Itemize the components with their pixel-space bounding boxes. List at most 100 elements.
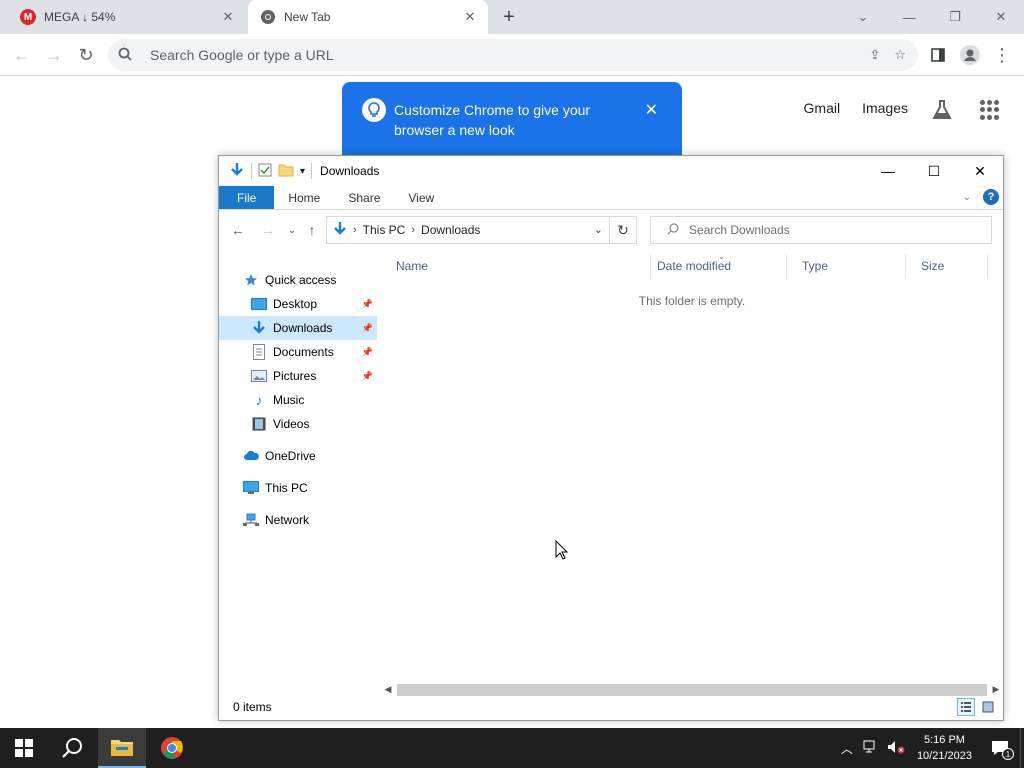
nav-this-pc[interactable]: This PC [243, 476, 373, 500]
tab-home[interactable]: Home [274, 186, 334, 209]
item-count: 0 items [233, 700, 272, 714]
omnibox[interactable]: Search Google or type a URL ⇪ ☆ [108, 39, 918, 71]
nav-downloads[interactable]: Downloads 📌 [219, 316, 377, 340]
share-icon[interactable]: ⇪ [869, 47, 880, 63]
minimize-button[interactable]: — [886, 0, 932, 34]
pin-icon: 📌 [361, 370, 373, 381]
column-size[interactable]: Size [906, 254, 988, 278]
omnibox-placeholder: Search Google or type a URL [150, 47, 334, 63]
details-view-icon[interactable] [957, 698, 975, 716]
up-arrow-icon[interactable]: ↑ [303, 221, 321, 239]
videos-icon [251, 416, 267, 432]
explorer-window-controls: — ☐ ✕ [865, 156, 1003, 186]
forward-button[interactable]: → [40, 41, 68, 69]
close-tab-icon[interactable]: ✕ [460, 7, 480, 27]
chevron-right-icon[interactable]: › [411, 224, 415, 236]
column-date-modified[interactable]: Date modified [642, 254, 787, 278]
documents-icon [251, 344, 267, 360]
nav-music[interactable]: ♪ Music [251, 388, 377, 412]
customize-chrome-bubble: Customize Chrome to give your browser a … [342, 82, 682, 156]
tab-new-tab[interactable]: New Tab ✕ [248, 0, 488, 34]
chrome-window-controls: ⌄ — ❐ ✕ [840, 0, 1024, 34]
close-tab-icon[interactable]: ✕ [218, 7, 238, 27]
nav-documents[interactable]: Documents 📌 [251, 340, 377, 364]
search-icon [118, 47, 136, 64]
breadcrumb-downloads[interactable]: Downloads [421, 223, 480, 237]
close-button[interactable]: ✕ [957, 156, 1003, 186]
qat-dropdown-icon[interactable]: ▾ [300, 166, 305, 177]
back-arrow-icon[interactable]: ← [229, 221, 247, 239]
computer-icon [243, 480, 259, 496]
help-icon[interactable]: ? [983, 189, 999, 205]
maximize-button[interactable]: ☐ [911, 156, 957, 186]
large-icons-view-icon[interactable] [979, 698, 997, 716]
empty-folder-message: This folder is empty. [638, 294, 746, 308]
nav-pictures[interactable]: Pictures 📌 [251, 364, 377, 388]
tab-mega[interactable]: M MEGA ↓ 54% ✕ [8, 0, 246, 34]
network-icon [243, 512, 259, 528]
notification-center-icon[interactable]: 1 [980, 740, 1020, 760]
pin-icon: 📌 [361, 322, 373, 333]
pin-icon: 📌 [361, 298, 373, 309]
gmail-link[interactable]: Gmail [804, 100, 841, 116]
view-buttons [957, 698, 997, 716]
star-icon [243, 272, 259, 288]
apps-grid-icon[interactable] [980, 100, 1000, 120]
close-window-button[interactable]: ✕ [978, 0, 1024, 34]
notification-count: 1 [1002, 748, 1014, 760]
breadcrumb-this-pc[interactable]: This PC [363, 223, 406, 237]
side-panel-icon[interactable] [924, 41, 952, 69]
expand-ribbon-icon[interactable]: ⌄ [963, 192, 971, 203]
navigation-pane: Quick access Desktop 📌 Downloads 📌 Docum… [219, 250, 377, 686]
new-folder-icon[interactable] [278, 163, 294, 180]
customize-message: Customize Chrome to give your browser a … [394, 102, 591, 138]
address-dropdown-icon[interactable]: ⌄ [594, 223, 603, 236]
chrome-taskbar-icon[interactable] [148, 728, 196, 768]
ntp-links: Gmail Images [804, 100, 908, 116]
labs-flask-icon[interactable] [930, 98, 954, 122]
nav-desktop[interactable]: Desktop 📌 [251, 292, 377, 316]
tab-search-icon[interactable]: ⌄ [840, 0, 886, 34]
column-name[interactable]: Name [381, 254, 651, 278]
properties-icon[interactable] [258, 163, 272, 180]
restore-button[interactable]: ❐ [932, 0, 978, 34]
address-bar[interactable]: › This PC › Downloads ⌄ [326, 216, 610, 244]
tab-share[interactable]: Share [334, 186, 394, 209]
nav-network[interactable]: Network [243, 508, 373, 532]
chrome-toolbar: ← → ↻ Search Google or type a URL ⇪ ☆ ⋮ [0, 34, 1024, 76]
show-desktop-strip[interactable] [1020, 728, 1024, 768]
forward-arrow-icon[interactable]: → [259, 221, 277, 239]
nav-videos[interactable]: Videos [251, 412, 377, 436]
search-downloads-input[interactable]: Search Downloads [650, 216, 992, 244]
chevron-up-icon[interactable]: ︿ [841, 740, 853, 757]
network-status-icon[interactable] [863, 740, 879, 757]
tab-file[interactable]: File [219, 186, 275, 209]
search-icon [62, 738, 82, 758]
nav-quick-access[interactable]: Quick access [243, 268, 373, 292]
minimize-button[interactable]: — [865, 156, 911, 186]
new-tab-button[interactable]: + [497, 5, 521, 29]
column-type[interactable]: Type [787, 254, 906, 278]
nav-onedrive[interactable]: OneDrive [243, 444, 373, 468]
recent-locations-icon[interactable]: ⌄ [283, 221, 301, 239]
start-button[interactable] [0, 728, 48, 768]
download-arrow-icon [333, 221, 347, 240]
volume-muted-icon[interactable] [887, 740, 905, 757]
explorer-titlebar: ▾ Downloads — ☐ ✕ [219, 156, 1003, 186]
chevron-right-icon[interactable]: › [353, 224, 357, 236]
refresh-button[interactable]: ↻ [609, 216, 637, 244]
images-link[interactable]: Images [862, 100, 908, 116]
search-icon [667, 222, 679, 238]
clock[interactable]: 5:16 PM 10/21/2023 [917, 732, 972, 764]
bookmark-star-icon[interactable]: ☆ [894, 47, 906, 63]
file-explorer-taskbar-icon[interactable] [98, 728, 146, 768]
back-button[interactable]: ← [8, 41, 36, 69]
tab-view[interactable]: View [394, 186, 448, 209]
reload-button[interactable]: ↻ [72, 41, 100, 69]
search-button[interactable] [48, 728, 96, 768]
profile-avatar[interactable] [956, 41, 984, 69]
menu-icon[interactable]: ⋮ [988, 41, 1016, 69]
close-bubble-button[interactable]: ✕ [645, 100, 658, 120]
ribbon-tabs: File Home Share View [219, 186, 1003, 210]
mega-icon: M [20, 9, 36, 25]
